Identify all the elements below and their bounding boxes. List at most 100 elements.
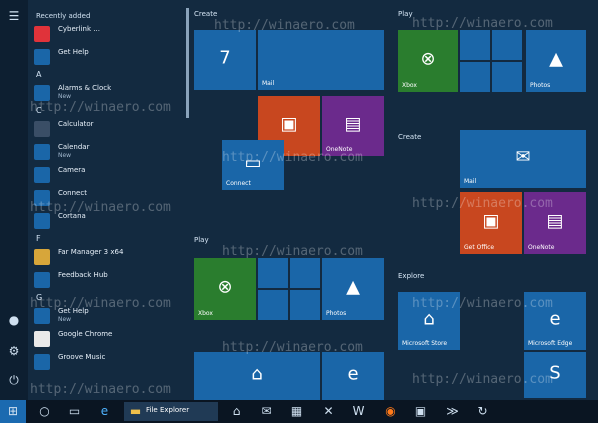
word-icon[interactable]: W bbox=[350, 403, 367, 420]
tile-label: Mail bbox=[262, 80, 275, 87]
edge-icon[interactable]: e bbox=[96, 403, 113, 420]
group-letter[interactable]: A bbox=[36, 70, 41, 79]
app-badge: New bbox=[58, 152, 72, 159]
small-tile[interactable] bbox=[492, 62, 522, 92]
tile-label: Mail bbox=[464, 178, 477, 185]
app-list-item[interactable]: Alarms & Clock New bbox=[34, 83, 184, 103]
tile-group-title[interactable]: Explore bbox=[398, 272, 424, 280]
app-list-item[interactable]: Calculator bbox=[34, 119, 184, 139]
mail-icon[interactable]: ✉ bbox=[258, 403, 275, 420]
group-letter[interactable]: G bbox=[36, 293, 42, 302]
task-view-icon[interactable]: ▭ bbox=[66, 403, 83, 420]
tile-connect[interactable]: ▭ Connect bbox=[222, 140, 284, 190]
start-button[interactable]: ⊞ bbox=[0, 400, 26, 423]
powershell-icon[interactable]: ≫ bbox=[444, 403, 461, 420]
small-tile[interactable] bbox=[290, 290, 320, 320]
refresh-icon[interactable]: ↻ bbox=[474, 403, 491, 420]
taskbar-file-explorer[interactable]: ▬ File Explorer bbox=[124, 402, 218, 421]
tile-mail[interactable]: Mail bbox=[258, 30, 384, 90]
app-list-item[interactable]: Cyberlink ... bbox=[34, 24, 184, 44]
tile-icon: ✉ bbox=[515, 146, 531, 168]
tile-edge[interactable]: e Microsoft Edge bbox=[524, 292, 586, 350]
tile-icon: ⊗ bbox=[217, 276, 233, 298]
small-tile[interactable] bbox=[492, 30, 522, 60]
tile-group-title[interactable]: Create bbox=[398, 133, 421, 141]
tile-group-title[interactable]: Play bbox=[398, 10, 413, 18]
tile-store2[interactable]: ⌂ bbox=[194, 352, 320, 400]
tile-label: Connect bbox=[226, 180, 251, 187]
firefox-icon[interactable]: ◉ bbox=[382, 403, 399, 420]
tile-onenote-photo[interactable]: ▤ OneNote bbox=[322, 96, 384, 156]
tile-icon: S bbox=[549, 362, 561, 384]
app-name: Alarms & Clock bbox=[58, 84, 112, 92]
tile-edge2[interactable]: e bbox=[322, 352, 384, 400]
store-icon[interactable]: ⌂ bbox=[228, 403, 245, 420]
tile-label: Get Office bbox=[464, 244, 495, 251]
tile-skype[interactable]: S bbox=[524, 352, 586, 398]
app-icon bbox=[34, 144, 50, 160]
terminal-icon[interactable]: ▣ bbox=[412, 403, 429, 420]
tile-group-title[interactable]: Create bbox=[194, 10, 217, 18]
tile-icon: ⌂ bbox=[251, 363, 263, 385]
app-name: Cortana bbox=[58, 212, 86, 220]
app-list-item[interactable]: Connect bbox=[34, 188, 184, 208]
user-icon[interactable]: ● bbox=[6, 312, 22, 328]
tile-icon: ▤ bbox=[546, 210, 564, 232]
tile-calendar[interactable]: 7 bbox=[194, 30, 256, 90]
app-name: Groove Music bbox=[58, 353, 106, 361]
app-name: Cyberlink ... bbox=[58, 25, 100, 33]
tile-icon: 7 bbox=[219, 47, 231, 69]
app-badge: New bbox=[58, 93, 72, 100]
small-tile[interactable] bbox=[290, 258, 320, 288]
group-letter[interactable]: C bbox=[36, 106, 42, 115]
app-name: Calendar bbox=[58, 143, 90, 151]
tile-xbox2[interactable]: ⊗ Xbox bbox=[194, 258, 256, 320]
app-list-scrollbar[interactable] bbox=[186, 8, 189, 118]
folder-icon: ▬ bbox=[129, 404, 142, 418]
app-list-item[interactable]: Feedback Hub bbox=[34, 270, 184, 290]
file-explorer-label: File Explorer bbox=[146, 406, 190, 414]
tile-onenote[interactable]: ▤ OneNote bbox=[524, 192, 586, 254]
app-name: Calculator bbox=[58, 120, 94, 128]
small-tile[interactable] bbox=[460, 30, 490, 60]
app-icon bbox=[34, 249, 50, 265]
app-icon bbox=[34, 167, 50, 183]
app-name: Google Chrome bbox=[58, 330, 113, 338]
tile-icon: ▲ bbox=[549, 48, 563, 70]
start-rail: ☰ ● ⚙ ⏻ bbox=[0, 0, 28, 400]
network-icon[interactable]: ▦ bbox=[288, 403, 305, 420]
app-icon bbox=[34, 272, 50, 288]
settings-icon[interactable]: ⚙ bbox=[6, 343, 22, 359]
hamburger-icon[interactable]: ☰ bbox=[6, 8, 22, 24]
tile-icon: ▲ bbox=[346, 276, 360, 298]
tile-mail2[interactable]: ✉ Mail bbox=[460, 130, 586, 188]
app-list-item[interactable]: Google Chrome bbox=[34, 329, 184, 349]
tile-store[interactable]: ⌂ Microsoft Store bbox=[398, 292, 460, 350]
app-list-item[interactable]: Far Manager 3 x64 bbox=[34, 247, 184, 267]
tile-group-title[interactable]: Play bbox=[194, 236, 209, 244]
app-list-item[interactable]: Get Help bbox=[34, 47, 184, 67]
small-tile[interactable] bbox=[258, 290, 288, 320]
app-list-item[interactable]: Cortana bbox=[34, 211, 184, 231]
group-letter[interactable]: F bbox=[36, 234, 41, 243]
tile-photos-r[interactable]: ▲ Photos bbox=[526, 30, 586, 92]
app-list-item[interactable]: Get Help New bbox=[34, 306, 184, 326]
app-list-item[interactable]: Groove Music bbox=[34, 352, 184, 372]
recently-added-header: Recently added bbox=[36, 12, 91, 20]
tile-label: Xbox bbox=[402, 82, 417, 89]
tile-label: OneNote bbox=[326, 146, 353, 153]
power-icon[interactable]: ⏻ bbox=[6, 372, 22, 388]
app-name: Far Manager 3 x64 bbox=[58, 248, 124, 256]
small-tile[interactable] bbox=[460, 62, 490, 92]
app-icon[interactable]: ✕ bbox=[320, 403, 337, 420]
app-list-item[interactable]: Camera bbox=[34, 165, 184, 185]
tile-label: Photos bbox=[326, 310, 347, 317]
tile-label: Microsoft Edge bbox=[528, 340, 573, 347]
tile-office2[interactable]: ▣ Get Office bbox=[460, 192, 522, 254]
search-icon[interactable]: ○ bbox=[36, 403, 53, 420]
tile-xbox[interactable]: ⊗ Xbox bbox=[398, 30, 458, 92]
app-list-item[interactable]: Calendar New bbox=[34, 142, 184, 162]
small-tile[interactable] bbox=[258, 258, 288, 288]
tile-icon: ▣ bbox=[482, 210, 500, 232]
tile-photos[interactable]: ▲ Photos bbox=[322, 258, 384, 320]
